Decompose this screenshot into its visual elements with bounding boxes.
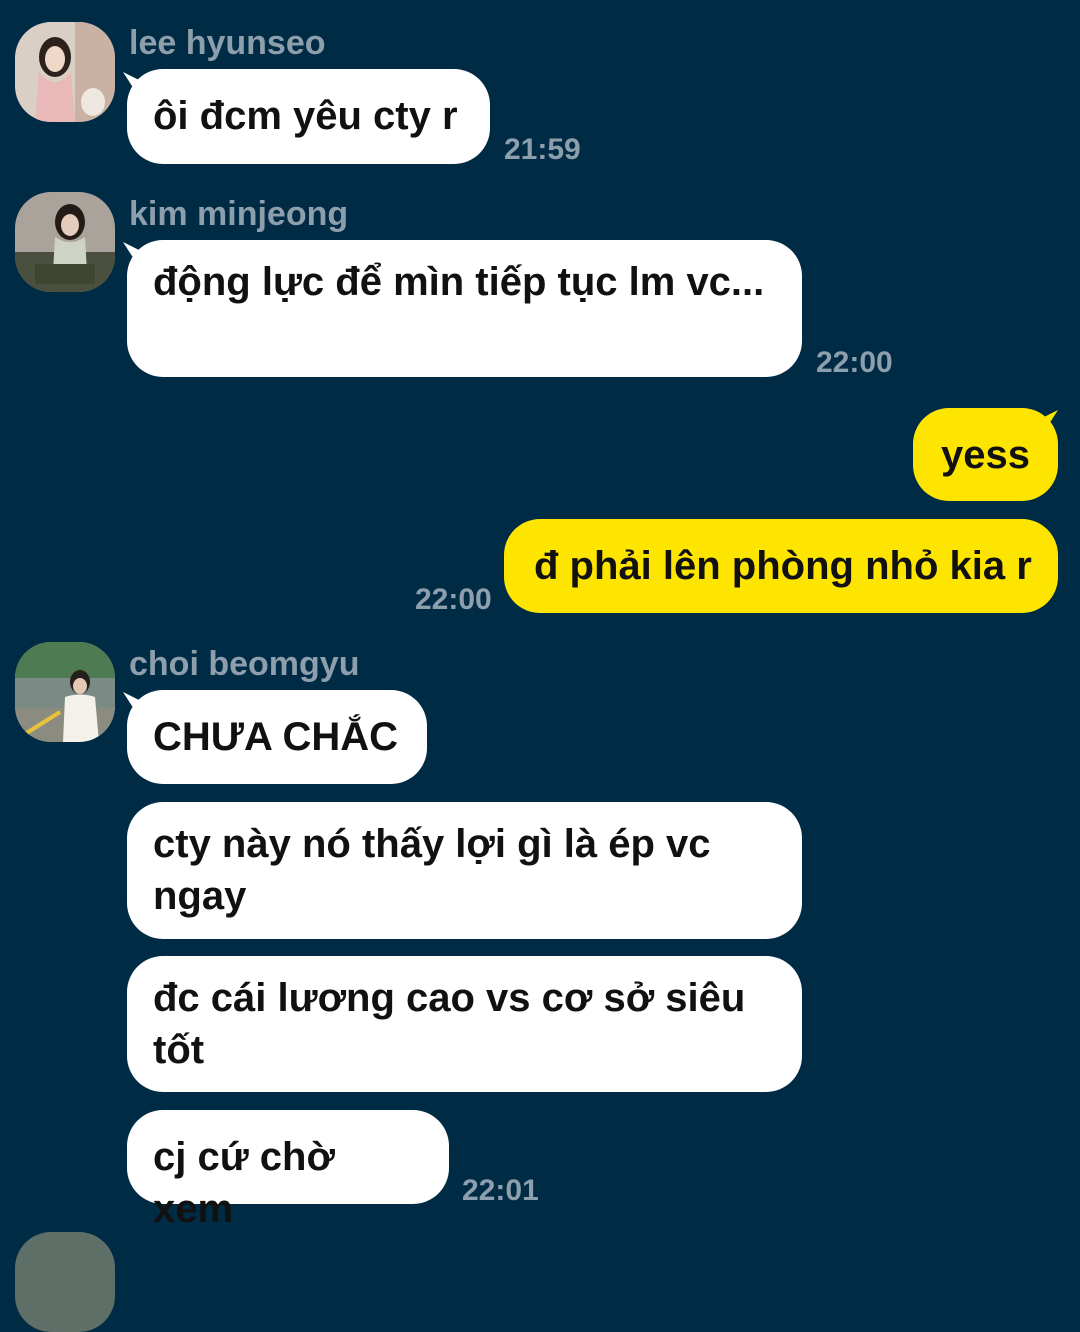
message-bubble[interactable]: đc cái lương cao vs cơ sở siêu tốt [127,956,802,1092]
profile-photo-icon [15,642,115,742]
message-bubble[interactable]: CHƯA CHẮC [127,690,427,784]
message-time: 22:00 [415,583,492,616]
sender-name: lee hyunseo [129,24,326,62]
avatar-choi-beomgyu[interactable] [15,642,115,742]
message-time: 21:59 [504,133,581,166]
message-bubble[interactable]: cj cứ chờ xem [127,1110,449,1231]
avatar-next-message[interactable] [15,1232,115,1332]
my-message-bubble[interactable]: đ phải lên phòng nhỏ kia r [504,519,1058,613]
avatar-kim-minjeong[interactable] [15,192,115,292]
sender-name: choi beomgyu [129,645,360,683]
my-message-bubble[interactable]: yess [913,408,1058,501]
sender-name: kim minjeong [129,195,349,233]
message-bubble[interactable]: ôi đcm yêu cty r [127,69,490,164]
message-bubble[interactable]: cty này nó thấy lợi gì là ép vc ngay [127,802,802,939]
profile-photo-icon [15,22,115,122]
message-time: 22:01 [462,1174,539,1207]
avatar-lee-hyunseo[interactable] [15,22,115,122]
message-bubble[interactable]: động lực để mìn tiếp tục lm vc... [127,240,802,377]
profile-photo-icon [15,192,115,292]
chat-screen: lee hyunseo ôi đcm yêu cty r 21:59 kim m… [0,0,1080,1332]
message-time: 22:00 [816,346,893,379]
